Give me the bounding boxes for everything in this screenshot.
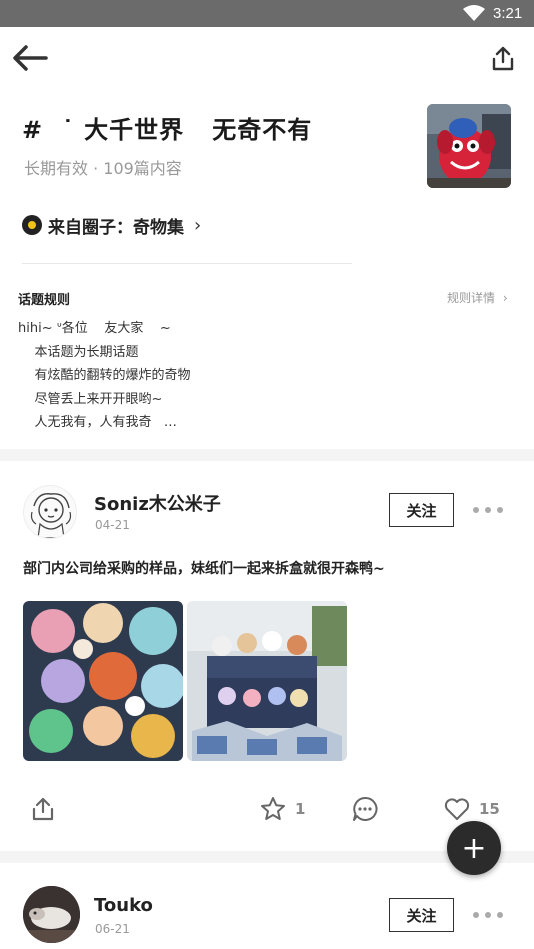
comment-button[interactable] <box>351 795 379 823</box>
post-image[interactable] <box>187 601 347 761</box>
heart-icon <box>444 798 470 820</box>
like-button[interactable]: 15 <box>443 795 500 823</box>
more-icon[interactable] <box>473 905 503 925</box>
wifi-icon <box>463 5 485 21</box>
circle-icon <box>22 215 42 235</box>
comment-icon <box>353 796 378 821</box>
rules-heading: 话题规则 <box>18 293 71 308</box>
divider <box>22 263 352 264</box>
avatar[interactable] <box>23 485 77 539</box>
status-time: 3:21 <box>493 5 523 22</box>
create-post-fab[interactable]: + <box>447 821 501 875</box>
follow-button[interactable]: 关注 <box>389 493 454 527</box>
status-bar: 3:21 <box>0 0 534 27</box>
user-name[interactable]: Soniz木公米子 <box>94 490 221 516</box>
star-count: 1 <box>295 800 306 818</box>
avatar[interactable] <box>23 886 80 943</box>
post-date: 06-21 <box>95 922 130 936</box>
circle-link-label: 来自圈子：奇物集 <box>48 217 184 238</box>
plus-icon: + <box>461 830 487 866</box>
share-button[interactable] <box>489 45 517 73</box>
rules-body: hihi~ ᐡ各位 友大家 ~ 本话题为长期话题 有炫酷的翻转的爆炸的奇物 尽管… <box>18 321 191 431</box>
post-text: 部门内公司给采购的样品，妹纸们一起来拆盒就很开森鸭~ <box>23 561 385 577</box>
post-date: 04-21 <box>95 518 130 532</box>
like-count: 15 <box>479 800 500 818</box>
topic-cover-image <box>427 104 511 188</box>
topic-title: # ˙ 大千世界 无奇不有 <box>22 116 313 144</box>
back-button[interactable] <box>10 42 50 74</box>
post-image[interactable] <box>23 601 183 761</box>
share-post-button[interactable] <box>30 795 56 823</box>
rules-detail-link[interactable]: 规则详情 › <box>447 289 508 306</box>
user-name[interactable]: Touko <box>94 895 153 916</box>
star-button[interactable]: 1 <box>259 795 305 823</box>
topic-meta: 长期有效 · 109篇内容 <box>24 159 182 178</box>
star-icon <box>261 797 285 820</box>
chevron-right-icon: › <box>502 291 508 305</box>
share-icon <box>32 797 54 821</box>
share-icon <box>492 46 514 71</box>
back-arrow-icon <box>13 45 48 71</box>
more-icon[interactable] <box>473 500 503 520</box>
source-circle-link[interactable]: 来自圈子：奇物集 › <box>22 212 201 238</box>
rules-detail-label: 规则详情 <box>447 291 496 305</box>
chevron-right-icon: › <box>194 214 202 236</box>
follow-button[interactable]: 关注 <box>389 898 454 932</box>
section-gap <box>0 449 534 461</box>
